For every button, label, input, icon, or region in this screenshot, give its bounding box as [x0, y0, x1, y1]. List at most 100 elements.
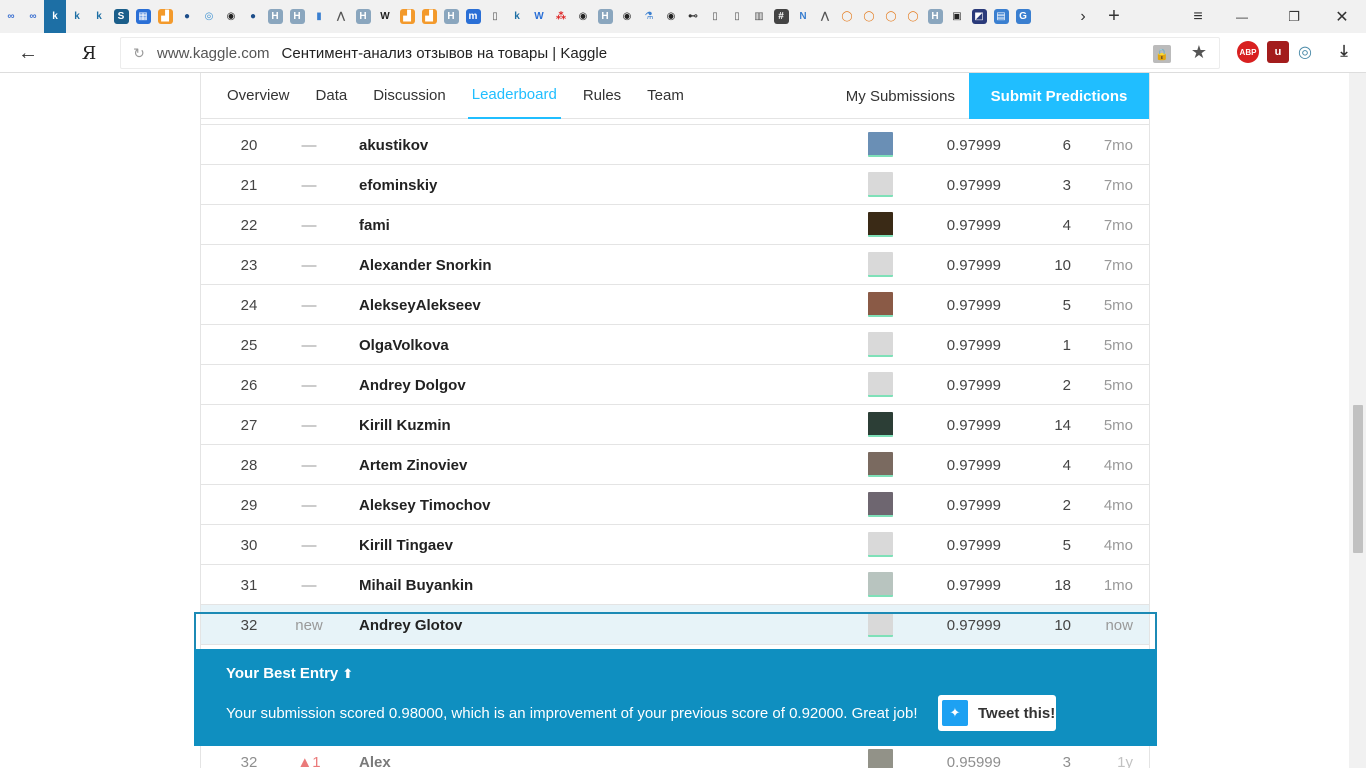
tab-habr-icon[interactable]: H	[352, 0, 374, 33]
team-name-link[interactable]: Andrey Glotov	[359, 605, 462, 645]
table-row[interactable]: 25 — OlgaVolkova 0.97999 1 5mo	[201, 325, 1149, 365]
tab-monitor-icon[interactable]: ▣	[946, 0, 968, 33]
table-row[interactable]: 29 — Aleksey Timochov 0.97999 2 4mo	[201, 485, 1149, 525]
avatar[interactable]	[868, 612, 893, 637]
team-name-link[interactable]: Kirill Tingaev	[359, 525, 453, 565]
tab-habr-icon[interactable]: H	[924, 0, 946, 33]
tab-link-icon[interactable]: ∞	[0, 0, 22, 33]
tab-chart-icon[interactable]: ⋀	[814, 0, 836, 33]
avatar[interactable]	[868, 372, 893, 397]
tab-chart-icon[interactable]: ▟	[396, 0, 418, 33]
tab-rules[interactable]: Rules	[579, 73, 625, 119]
tab-discussion[interactable]: Discussion	[369, 73, 450, 119]
my-submissions-link[interactable]: My Submissions	[846, 73, 955, 119]
avatar[interactable]	[868, 492, 893, 517]
restore-icon[interactable]: ❐	[1282, 0, 1306, 33]
tweet-this-button[interactable]: ✦ Tweet this!	[938, 695, 1056, 731]
table-row[interactable]: 28 — Artem Zinoviev 0.97999 4 4mo	[201, 445, 1149, 485]
tab-site-icon[interactable]: S	[110, 0, 132, 33]
avatar[interactable]	[868, 572, 893, 597]
tab-github-icon[interactable]: ◉	[616, 0, 638, 33]
tab-kaggle-icon[interactable]: k	[66, 0, 88, 33]
browser-menu-icon[interactable]: ≡	[1186, 0, 1210, 33]
table-row[interactable]: 26 — Andrey Dolgov 0.97999 2 5mo	[201, 365, 1149, 405]
download-icon[interactable]: ⤓	[1333, 41, 1355, 63]
tab-kaggle-icon[interactable]: k	[44, 0, 66, 33]
table-row[interactable]: 23 — Alexander Snorkin 0.97999 10 7mo	[201, 245, 1149, 285]
team-name-link[interactable]: Kirill Kuzmin	[359, 405, 451, 445]
tab-dots-icon[interactable]: ⁂	[550, 0, 572, 33]
reload-icon[interactable]: ↻	[121, 45, 157, 62]
team-name-link[interactable]: Artem Zinoviev	[359, 445, 467, 485]
tab-overview[interactable]: Overview	[223, 73, 294, 119]
submit-predictions-button[interactable]: Submit Predictions	[969, 73, 1149, 119]
address-field[interactable]: ↻ www.kaggle.com Сентимент-анализ отзыво…	[120, 37, 1220, 69]
avatar[interactable]	[868, 252, 893, 277]
tab-hash-icon[interactable]: #	[770, 0, 792, 33]
table-row[interactable]: 20 — akustikov 0.97999 6 7mo	[201, 125, 1149, 165]
table-row[interactable]: 32 new Andrey Glotov 0.97999 10 now	[201, 605, 1149, 645]
team-name-link[interactable]: Mihail Buyankin	[359, 565, 473, 605]
tab-habr-icon[interactable]: H	[286, 0, 308, 33]
team-name-link[interactable]: OlgaVolkova	[359, 325, 449, 365]
table-row[interactable]: 24 — AlekseyAlekseev 0.97999 5 5mo	[201, 285, 1149, 325]
tab-habr-icon[interactable]: H	[264, 0, 286, 33]
aero-icon[interactable]: ◎	[1294, 41, 1316, 63]
tab-globe-icon[interactable]: ◎	[198, 0, 220, 33]
team-name-link[interactable]: Alexander Snorkin	[359, 245, 492, 285]
yandex-logo-button[interactable]: Я	[78, 39, 100, 67]
tab-kaggle-icon[interactable]: k	[506, 0, 528, 33]
team-name-link[interactable]: AlekseyAlekseev	[359, 285, 481, 325]
tab-chart-icon[interactable]: ▟	[154, 0, 176, 33]
tab-wiki-icon[interactable]: W	[374, 0, 396, 33]
tab-books-icon[interactable]: ▥	[748, 0, 770, 33]
tab-circle-icon[interactable]: ●	[176, 0, 198, 33]
team-name-link[interactable]: Andrey Dolgov	[359, 365, 466, 405]
avatar[interactable]	[868, 212, 893, 237]
tab-github-icon[interactable]: ◉	[572, 0, 594, 33]
table-row[interactable]: 27 — Kirill Kuzmin 0.97999 14 5mo	[201, 405, 1149, 445]
tab-more-tab-icon[interactable]: G	[1012, 0, 1034, 33]
team-name-link[interactable]: akustikov	[359, 125, 428, 165]
tab-ring-icon[interactable]: ◯	[836, 0, 858, 33]
avatar[interactable]	[868, 452, 893, 477]
tab-ring-icon[interactable]: ◯	[902, 0, 924, 33]
scrollbar-thumb[interactable]	[1353, 405, 1363, 553]
tab-github-icon[interactable]: ◉	[660, 0, 682, 33]
close-window-icon[interactable]: ✕	[1330, 0, 1354, 33]
tab-chart-icon[interactable]: ⋀	[330, 0, 352, 33]
team-name-link[interactable]: fami	[359, 205, 390, 245]
tab-net-icon[interactable]: ⊷	[682, 0, 704, 33]
ublock-icon[interactable]: u	[1267, 41, 1289, 63]
tab-data[interactable]: Data	[312, 73, 352, 119]
minimize-icon[interactable]: —	[1230, 0, 1254, 33]
avatar[interactable]	[868, 132, 893, 157]
tab-doc-icon[interactable]: ▯	[726, 0, 748, 33]
tab-flask-icon[interactable]: ⚗	[638, 0, 660, 33]
table-row[interactable]: 21 — efominskiy 0.97999 3 7mo	[201, 165, 1149, 205]
tab-circle-icon[interactable]: ●	[242, 0, 264, 33]
table-row[interactable]: 31 — Mihail Buyankin 0.97999 18 1mo	[201, 565, 1149, 605]
page-scrollbar[interactable]	[1349, 73, 1366, 768]
tab-chart-icon[interactable]: ▮	[308, 0, 330, 33]
tab-site-icon[interactable]: ▦	[132, 0, 154, 33]
tab-ring-icon[interactable]: ◯	[858, 0, 880, 33]
tab-ring-icon[interactable]: ◯	[880, 0, 902, 33]
tab-wordpress-icon[interactable]: W	[528, 0, 550, 33]
table-row[interactable]: 22 — fami 0.97999 4 7mo	[201, 205, 1149, 245]
tab-github-icon[interactable]: ◉	[220, 0, 242, 33]
tab-kaggle-icon[interactable]: k	[88, 0, 110, 33]
avatar[interactable]	[868, 412, 893, 437]
bookmark-star-icon[interactable]: ★	[1191, 42, 1207, 63]
avatar[interactable]	[868, 749, 893, 768]
new-tab-icon[interactable]: +	[1102, 0, 1126, 33]
adblock-icon[interactable]: ABP	[1237, 41, 1259, 63]
tab-scroll-right-icon[interactable]: ›	[1072, 0, 1094, 33]
tab-habr-icon[interactable]: H	[440, 0, 462, 33]
avatar[interactable]	[868, 172, 893, 197]
team-name-link[interactable]: efominskiy	[359, 165, 437, 205]
tab-link-icon[interactable]: ∞	[22, 0, 44, 33]
tab-doc-icon[interactable]: ▯	[484, 0, 506, 33]
tab-m-icon[interactable]: m	[462, 0, 484, 33]
avatar[interactable]	[868, 292, 893, 317]
